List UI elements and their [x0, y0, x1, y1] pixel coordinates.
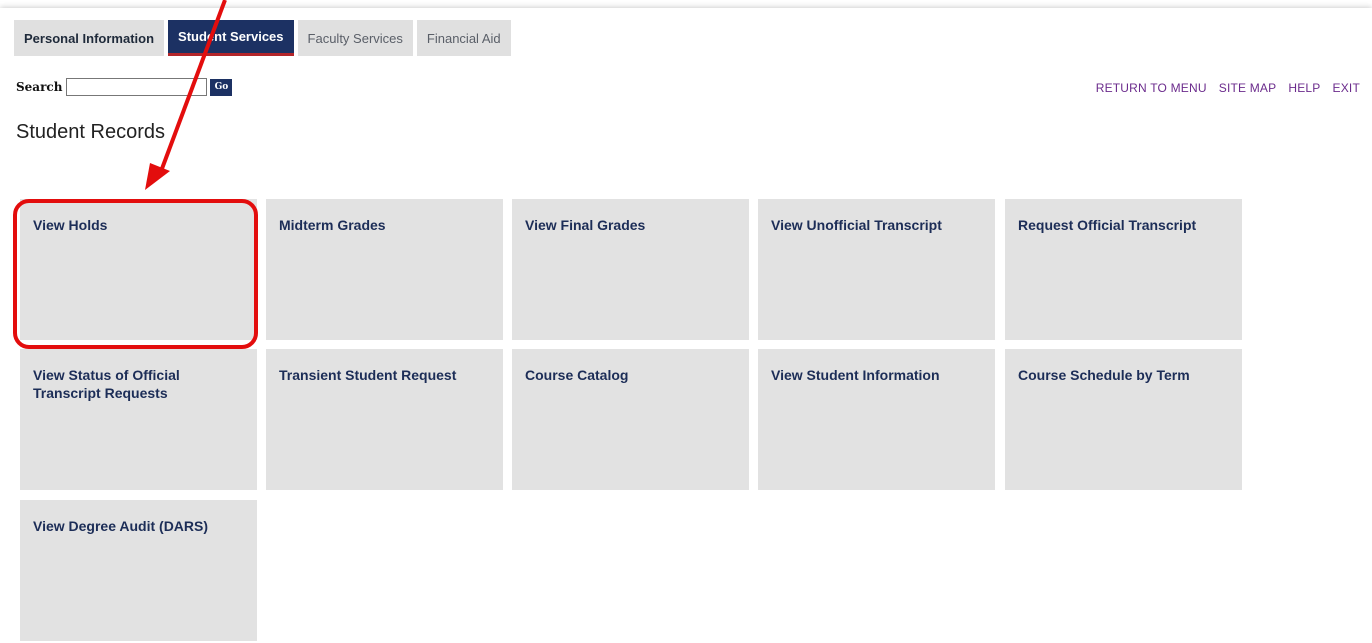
tile-request-official-transcript[interactable]: Request Official Transcript	[1005, 199, 1242, 340]
tile-view-student-information[interactable]: View Student Information	[758, 349, 995, 490]
site-map-link[interactable]: SITE MAP	[1219, 81, 1277, 95]
search-input[interactable]	[66, 78, 208, 96]
search-bar: Search Go	[16, 78, 233, 96]
exit-link[interactable]: EXIT	[1333, 81, 1360, 95]
tile-course-schedule-by-term[interactable]: Course Schedule by Term	[1005, 349, 1242, 490]
search-label: Search	[16, 80, 63, 94]
main-tabs: Personal Information Student Services Fa…	[14, 20, 511, 56]
go-button[interactable]: Go	[210, 78, 233, 96]
tab-student-services[interactable]: Student Services	[168, 20, 294, 56]
annotation-highlight-box	[13, 199, 258, 349]
tab-faculty-services[interactable]: Faculty Services	[297, 20, 413, 56]
page-title: Student Records	[16, 121, 165, 143]
tab-financial-aid[interactable]: Financial Aid	[416, 20, 511, 56]
tile-transient-student-request[interactable]: Transient Student Request	[266, 349, 503, 490]
tile-view-final-grades[interactable]: View Final Grades	[512, 199, 749, 340]
page-container: Personal Information Student Services Fa…	[0, 8, 1372, 643]
top-links: RETURN TO MENU SITE MAP HELP EXIT	[1096, 81, 1360, 95]
help-link[interactable]: HELP	[1288, 81, 1320, 95]
tile-view-unofficial-transcript[interactable]: View Unofficial Transcript	[758, 199, 995, 340]
tile-view-status-official-transcript-requests[interactable]: View Status of Official Transcript Reque…	[20, 349, 257, 490]
tab-personal-information[interactable]: Personal Information	[14, 20, 165, 56]
tile-course-catalog[interactable]: Course Catalog	[512, 349, 749, 490]
return-to-menu-link[interactable]: RETURN TO MENU	[1096, 81, 1207, 95]
tile-view-degree-audit[interactable]: View Degree Audit (DARS)	[20, 500, 257, 641]
tile-midterm-grades[interactable]: Midterm Grades	[266, 199, 503, 340]
